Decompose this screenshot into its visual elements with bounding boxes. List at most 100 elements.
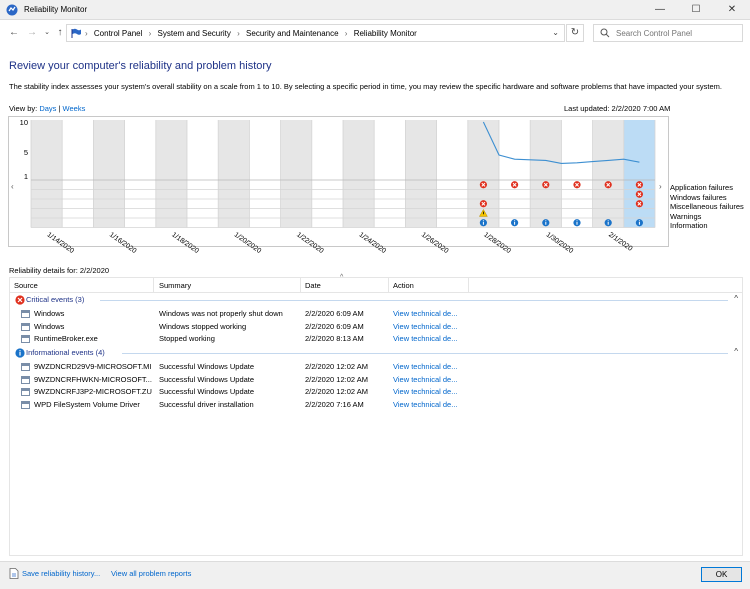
breadcrumb-separator-icon[interactable]: › <box>345 29 348 38</box>
y-tick-label: 10 <box>20 118 28 127</box>
sort-chevron-icon: ^ <box>340 274 344 281</box>
breadcrumb-separator-icon[interactable]: › <box>237 29 240 38</box>
day-column[interactable] <box>62 120 94 228</box>
reliability-chart[interactable]: 10 5 1 ‹ › 1/14/2020 1/16/2020 1/18/2020 1/20/20… <box>0 116 750 262</box>
breadcrumb-control-panel[interactable]: Control Panel <box>94 29 142 38</box>
breadcrumb-separator-icon: › <box>85 29 88 38</box>
day-column[interactable] <box>93 120 125 228</box>
day-column[interactable] <box>436 120 468 228</box>
day-column[interactable] <box>187 120 219 228</box>
page-title: Review your computer's reliability and p… <box>9 60 272 72</box>
day-column[interactable] <box>592 120 624 228</box>
refresh-icon[interactable]: ↻ <box>566 24 584 42</box>
view-technical-details-link[interactable]: View technical de... <box>393 387 467 396</box>
view-by-label: View by: <box>9 104 38 113</box>
application-icon <box>21 388 30 397</box>
reliability-chart-svg[interactable]: 1051‹ ›1/14/2020 1/16/2020 1/18/2020 1/20/20… <box>0 116 750 262</box>
reliability-details-table: Source Summary Date Action ^ Critical ev… <box>9 274 743 556</box>
table-row[interactable]: Windows Windows stopped working 2/2/2020 6… <box>10 320 742 333</box>
date-cell: 2/2/2020 12:02 AM <box>305 374 368 384</box>
address-box[interactable]: › Control Panel › System and Security › … <box>66 24 565 42</box>
day-column[interactable] <box>155 120 187 228</box>
column-action[interactable]: Action <box>393 281 414 290</box>
table-row[interactable]: 9WZDNCRD29V9-MICROSOFT.MI... Successful W… <box>10 360 742 373</box>
table-row[interactable]: WPD FileSystem Volume Driver Successful d… <box>10 398 742 411</box>
close-button[interactable]: ✕ <box>714 0 750 20</box>
view-by-weeks-link[interactable]: Weeks <box>63 104 86 113</box>
save-file-icon <box>9 568 19 579</box>
day-column[interactable] <box>343 120 375 228</box>
info-marker-mark <box>638 221 640 225</box>
informational-events-group[interactable]: Informational events (4) ^ <box>10 347 742 359</box>
collapse-chevron-icon[interactable]: ^ <box>734 347 738 356</box>
address-dropdown-icon[interactable]: ⌄ <box>552 28 559 37</box>
day-column[interactable] <box>31 120 63 228</box>
page-description: The stability index assesses your system… <box>9 82 722 91</box>
breadcrumb-security-maintenance[interactable]: Security and Maintenance <box>246 29 339 38</box>
day-column[interactable] <box>499 120 531 228</box>
column-separator[interactable] <box>300 278 301 293</box>
column-separator[interactable] <box>388 278 389 293</box>
column-separator[interactable] <box>153 278 154 293</box>
day-column[interactable] <box>124 120 156 228</box>
recent-chevron-icon[interactable]: ⌄ <box>40 26 54 40</box>
application-icon <box>21 363 30 371</box>
table-header: Source Summary Date Action ^ <box>10 274 742 293</box>
day-column[interactable] <box>530 120 562 228</box>
view-all-problem-reports-link[interactable]: View all problem reports <box>111 569 191 578</box>
table-row[interactable]: 9WZDNCRFJ3P2-MICROSOFT.ZU... Successful W… <box>10 385 742 398</box>
breadcrumb-system-security[interactable]: System and Security <box>158 29 231 38</box>
day-column[interactable] <box>623 120 655 228</box>
table-row[interactable]: Windows Windows was not properly shut dow… <box>10 307 742 320</box>
flag-icon <box>71 28 81 38</box>
info-marker-mark <box>482 221 484 225</box>
maximize-button[interactable]: ☐ <box>678 0 714 20</box>
breadcrumb-separator-icon[interactable]: › <box>149 29 152 38</box>
day-column[interactable] <box>374 120 406 228</box>
view-technical-details-link[interactable]: View technical de... <box>393 362 467 371</box>
day-column[interactable] <box>249 120 281 228</box>
legend-miscellaneous-failures: Miscellaneous failures <box>670 202 744 211</box>
view-technical-details-link[interactable]: View technical de... <box>393 400 467 409</box>
day-column[interactable] <box>218 120 250 228</box>
scroll-right-icon[interactable]: › <box>659 182 662 191</box>
y-tick-label: 1 <box>24 172 28 181</box>
info-marker-dot <box>638 220 640 222</box>
save-reliability-history-link[interactable]: Save reliability history... <box>22 569 100 578</box>
column-separator[interactable] <box>468 278 469 293</box>
window-title: Reliability Monitor <box>24 5 88 14</box>
table-row[interactable]: 9WZDNCRFHWKN-MICROSOFT.... Successful Win… <box>10 373 742 386</box>
error-icon <box>15 295 25 305</box>
group-divider <box>100 300 728 301</box>
collapse-chevron-icon[interactable]: ^ <box>734 294 738 303</box>
search-input[interactable] <box>616 27 740 39</box>
view-technical-details-link[interactable]: View technical de... <box>393 375 467 384</box>
info-marker-dot <box>514 220 516 222</box>
view-technical-details-link[interactable]: View technical de... <box>393 309 467 318</box>
search-box[interactable] <box>593 24 743 42</box>
day-column[interactable] <box>280 120 312 228</box>
breadcrumb-reliability-monitor[interactable]: Reliability Monitor <box>354 29 417 38</box>
back-arrow-icon[interactable]: ← <box>7 26 21 40</box>
date-cell: 2/2/2020 8:13 AM <box>305 334 364 344</box>
view-by-days-link[interactable]: Days <box>39 104 56 113</box>
minimize-button[interactable]: — <box>642 0 678 20</box>
ok-button[interactable]: OK <box>701 567 742 582</box>
column-summary[interactable]: Summary <box>159 281 191 290</box>
view-technical-details-link[interactable]: View technical de... <box>393 322 467 331</box>
day-column[interactable] <box>311 120 343 228</box>
forward-arrow-icon[interactable]: → <box>25 26 39 40</box>
date-cell: 2/2/2020 6:09 AM <box>305 321 364 331</box>
column-date[interactable]: Date <box>305 281 321 290</box>
title-bar: Reliability Monitor — ☐ ✕ <box>0 0 750 20</box>
view-technical-details-link[interactable]: View technical de... <box>393 334 467 343</box>
view-by-divider: | <box>58 104 61 113</box>
scroll-left-icon[interactable]: ‹ <box>11 182 14 191</box>
date-cell: 2/2/2020 12:02 AM <box>305 387 368 397</box>
up-arrow-icon[interactable]: ↑ <box>53 26 67 40</box>
table-row[interactable]: RuntimeBroker.exe Stopped working 2/2/2020… <box>10 332 742 345</box>
critical-events-group[interactable]: Critical events (3) ^ <box>10 294 742 306</box>
column-source[interactable]: Source <box>14 281 38 290</box>
day-column[interactable] <box>561 120 593 228</box>
day-column[interactable] <box>405 120 437 228</box>
